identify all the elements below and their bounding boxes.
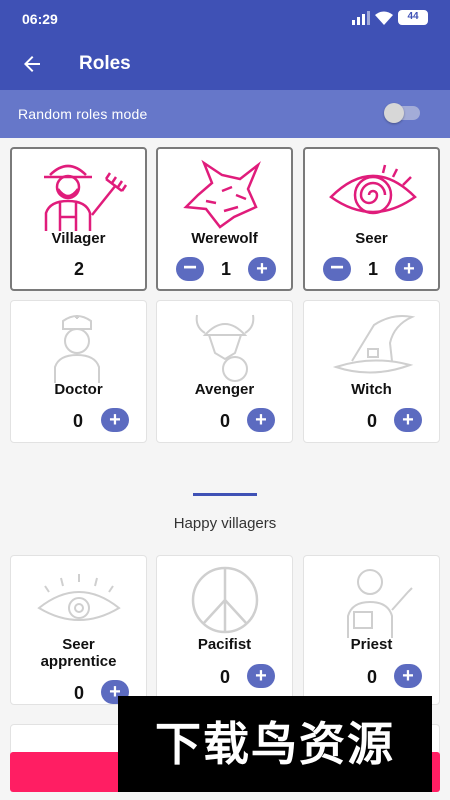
role-card-priest[interactable]: Priest 0 + [303,555,440,705]
decrement-button[interactable]: − [323,256,351,281]
role-count: 2 [73,259,84,279]
farmer-pitchfork-icon [44,164,128,231]
viking-fox-icon [195,314,255,382]
increment-button[interactable]: + [395,257,423,281]
increment-button[interactable]: + [247,664,275,688]
toggle-knob [384,103,404,123]
role-count: 0 [73,683,84,703]
increment-button[interactable]: + [394,408,422,432]
role-card-pacifist[interactable]: Pacifist 0 + [156,555,293,705]
role-name: Doctor [54,381,103,398]
page-title: Roles [79,53,131,74]
status-time: 06:29 [22,11,58,27]
increment-button[interactable]: + [394,664,422,688]
role-card-witch[interactable]: Witch 0 + [303,300,440,443]
role-name: Werewolf [191,230,258,247]
increment-button[interactable]: + [248,257,276,281]
role-card-seer[interactable]: Seer − 1 + [303,147,440,291]
battery-icon: 44 [398,10,428,25]
role-card-werewolf[interactable]: Werewolf − 1 + [156,147,293,291]
role-name: Villager [51,230,106,247]
section-divider [193,493,257,496]
random-roles-row: Random roles mode [0,90,450,138]
role-count: 1 [220,259,231,279]
role-name: Witch [351,381,392,398]
back-arrow-icon[interactable] [20,52,44,76]
role-name: Priest [350,636,393,653]
role-name: Seer [355,230,388,247]
role-card-seer-apprentice[interactable]: Seer apprentice 0 + [10,555,147,705]
signal-icon [352,10,370,25]
status-icons: 44 [352,10,428,25]
eye-icon [37,574,121,621]
nurse-icon [54,315,100,383]
role-count: 0 [366,411,377,431]
role-name-line2: apprentice [40,653,117,670]
random-roles-toggle[interactable] [384,103,420,123]
role-count: 0 [366,667,377,687]
increment-button[interactable]: + [247,408,275,432]
decrement-button[interactable]: − [176,256,204,281]
witch-hat-icon [332,315,416,374]
role-count: 0 [219,411,230,431]
role-count: 0 [72,411,83,431]
watermark: 下载鸟资源 [118,696,432,792]
role-count: 1 [367,259,378,279]
status-bar: 06:29 44 [0,0,450,38]
section-title: Happy villagers [173,515,277,532]
role-card-villager[interactable]: Villager 2 [10,147,147,291]
role-name-line1: Seer [62,636,95,653]
app-bar: Roles [0,38,450,90]
role-count: 0 [219,667,230,687]
wolf-head-icon [183,159,261,229]
wifi-icon [375,11,393,25]
role-card-avenger[interactable]: Avenger 0 + [156,300,293,443]
spiral-eye-icon [329,164,417,215]
random-roles-label: Random roles mode [18,106,148,122]
priest-icon [347,569,413,638]
role-name: Pacifist [197,636,252,653]
peace-sign-icon [191,566,259,634]
role-card-doctor[interactable]: Doctor 0 + [10,300,147,443]
increment-button[interactable]: + [101,408,129,432]
role-name: Avenger [194,381,255,398]
